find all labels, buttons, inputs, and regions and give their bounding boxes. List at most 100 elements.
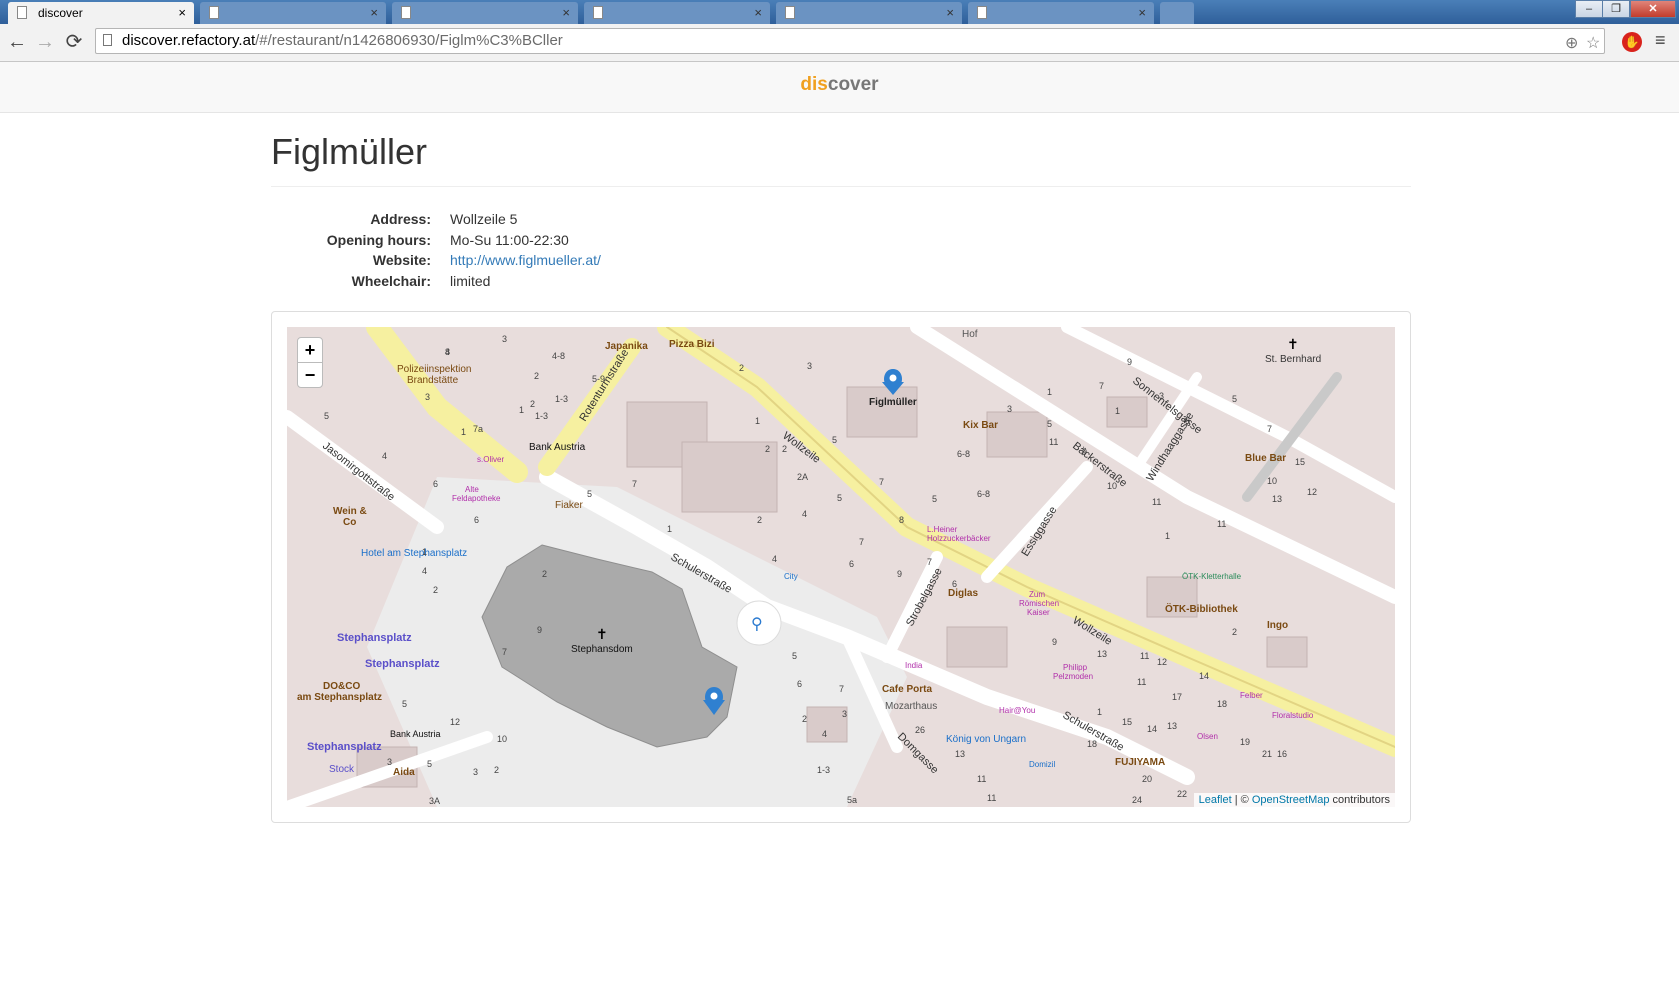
poi-label: Olsen xyxy=(1197,732,1218,741)
house-number: 1 xyxy=(461,427,466,437)
tab-close-icon[interactable]: × xyxy=(178,5,186,20)
reload-button[interactable]: ⟳ xyxy=(63,31,85,53)
poi-label: Japanika xyxy=(605,341,648,352)
map-canvas[interactable]: ⚲ ✝ ✝ Wollzeile Wollzeile Schulerstraße … xyxy=(287,327,1395,807)
poi-label: Bank Austria xyxy=(529,442,586,453)
restaurant-details: Address: Wollzeile 5 Opening hours: Mo-S… xyxy=(271,211,1411,293)
house-number: 10 xyxy=(1107,481,1117,491)
osm-link[interactable]: OpenStreetMap xyxy=(1252,794,1330,806)
house-number: 4 xyxy=(422,566,427,576)
detail-label: Opening hours: xyxy=(326,231,431,248)
zoom-in-button[interactable]: + xyxy=(297,337,323,363)
house-number: 2A xyxy=(797,472,808,482)
address-bar[interactable]: discover.refactory.at/#/restaurant/n1426… xyxy=(95,28,1605,54)
tab-close-icon[interactable]: × xyxy=(946,5,954,20)
house-number: 2 xyxy=(433,585,438,595)
house-number: 5 xyxy=(1232,394,1237,404)
tab-close-icon[interactable]: × xyxy=(1138,5,1146,20)
tab-close-icon[interactable]: × xyxy=(562,5,570,20)
house-number: 1 xyxy=(1097,707,1102,717)
house-number: 3 xyxy=(387,757,392,767)
back-button[interactable]: ← xyxy=(6,31,28,53)
poi-label: India xyxy=(905,661,923,670)
house-number: 5a xyxy=(847,795,857,805)
house-number: 3 xyxy=(807,361,812,371)
house-number: 7a xyxy=(473,424,483,434)
minimize-button[interactable]: ‒ xyxy=(1575,0,1603,18)
house-number: 1 xyxy=(1165,531,1170,541)
zoom-out-button[interactable]: − xyxy=(297,362,323,388)
house-number: 5 xyxy=(324,411,329,421)
browser-menu-icon[interactable]: ≡ xyxy=(1655,30,1666,51)
poi-label: Figlmüller xyxy=(869,397,917,408)
house-number: 2 xyxy=(782,444,787,454)
house-number: 18 xyxy=(1087,739,1097,749)
house-number: 8 xyxy=(445,347,450,357)
house-number: 2 xyxy=(757,515,762,525)
poi-label: am Stephansplatz xyxy=(297,692,382,703)
browser-tab[interactable]: × xyxy=(968,2,1154,24)
house-number: 3 xyxy=(842,709,847,719)
house-number: 15 xyxy=(1295,457,1305,467)
tab-close-icon[interactable]: × xyxy=(754,5,762,20)
poi-label: Hair@You xyxy=(999,706,1035,715)
browser-tab[interactable]: × xyxy=(392,2,578,24)
house-number: 4-8 xyxy=(552,351,565,361)
poi-label: Römischen xyxy=(1019,599,1059,608)
house-number: 2 xyxy=(802,714,807,724)
tab-title: discover xyxy=(38,6,83,20)
house-number: 5 xyxy=(792,651,797,661)
bookmark-star-icon[interactable]: ☆ xyxy=(1586,33,1600,53)
house-number: 6 xyxy=(433,479,438,489)
house-number: 7 xyxy=(879,477,884,487)
house-number: 11 xyxy=(1049,437,1058,447)
website-link[interactable]: http://www.figlmueller.at/ xyxy=(450,252,601,268)
house-number: 14 xyxy=(1199,671,1209,681)
page-icon xyxy=(977,6,987,19)
house-number: 9 xyxy=(537,625,542,635)
poi-label: Hof xyxy=(962,329,978,340)
house-number: 4 xyxy=(802,509,807,519)
main-content: Figlmüller Address: Wollzeile 5 Opening … xyxy=(271,113,1411,823)
url-text[interactable]: discover.refactory.at/#/restaurant/n1426… xyxy=(122,32,563,49)
house-number: 6 xyxy=(849,559,854,569)
house-number: 6-8 xyxy=(957,449,970,459)
forward-button[interactable]: → xyxy=(34,31,56,53)
house-number: 11 xyxy=(987,793,996,803)
house-number: 6-8 xyxy=(977,489,990,499)
tab-close-icon[interactable]: × xyxy=(370,5,378,20)
poi-label: Philipp xyxy=(1063,663,1088,672)
browser-tab-discover[interactable]: discover × xyxy=(8,2,194,24)
location-icon[interactable]: ⊕ xyxy=(1565,33,1578,53)
browser-tab[interactable]: × xyxy=(776,2,962,24)
house-number: 13 xyxy=(1167,721,1177,731)
browser-tab[interactable]: × xyxy=(584,2,770,24)
brand-logo[interactable]: discover xyxy=(800,74,878,96)
page-icon xyxy=(17,6,27,19)
new-tab-button[interactable] xyxy=(1160,2,1194,24)
window-close-button[interactable]: ✕ xyxy=(1630,0,1676,18)
poi-label: Mozarthaus xyxy=(885,701,937,712)
poi-label: Kaiser xyxy=(1027,608,1050,617)
page-icon xyxy=(785,6,795,19)
poi-label: City xyxy=(784,572,798,581)
poi-label: ÖTK-Kletterhalle xyxy=(1182,572,1242,581)
browser-toolbar: ← → ⟳ discover.refactory.at/#/restaurant… xyxy=(0,24,1679,62)
house-number: 3A xyxy=(429,796,440,806)
brand-rest: cover xyxy=(827,74,879,95)
browser-tab[interactable]: × xyxy=(200,2,386,24)
house-number: 18 xyxy=(1217,699,1227,709)
house-number: 2 xyxy=(739,363,744,373)
maximize-button[interactable]: ❐ xyxy=(1602,0,1630,18)
house-number: 5 xyxy=(1047,419,1052,429)
poi-label: Floralstudio xyxy=(1272,711,1314,720)
extension-stop-icon[interactable]: ✋ xyxy=(1622,32,1642,52)
url-host: discover.refactory.at xyxy=(122,32,256,49)
leaflet-link[interactable]: Leaflet xyxy=(1199,794,1232,806)
house-number: 17 xyxy=(1172,692,1182,702)
house-number: 19 xyxy=(1240,737,1250,747)
detail-value-opening-hours: Mo-Su 11:00-22:30 xyxy=(450,231,569,248)
house-number: 2 xyxy=(1232,627,1237,637)
house-number: 1 xyxy=(755,416,760,426)
house-number: 5 xyxy=(402,699,407,709)
